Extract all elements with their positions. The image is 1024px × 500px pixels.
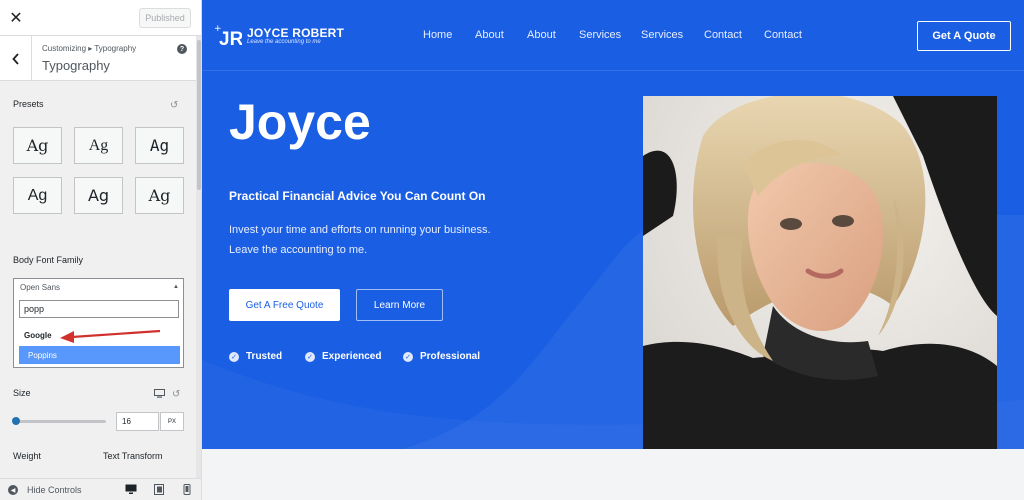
nav-services[interactable]: Services (579, 29, 621, 41)
preset-5[interactable]: Ag (74, 177, 123, 214)
preset-2[interactable]: Ag (74, 127, 123, 164)
preset-1[interactable]: Ag (13, 127, 62, 164)
size-slider-handle[interactable] (12, 417, 20, 425)
preset-3[interactable]: Ag (135, 127, 184, 164)
scrollbar-thumb[interactable] (197, 40, 201, 190)
feature-trusted: ✓ Trusted (229, 351, 282, 362)
learn-more-button[interactable]: Learn More (356, 289, 443, 321)
size-reset-icon[interactable]: ↺ (172, 389, 180, 400)
size-unit[interactable]: PX (160, 412, 184, 431)
close-icon[interactable]: ✕ (0, 0, 32, 36)
breadcrumb: Customizing ▸ Typography (42, 44, 137, 53)
tablet-preview-icon[interactable] (153, 484, 165, 495)
desktop-preview-icon[interactable] (125, 484, 137, 495)
logo-icon[interactable]: + JR (214, 23, 242, 47)
hero-subtitle: Practical Financial Advice You Can Count… (229, 189, 486, 203)
nav-home[interactable]: Home (423, 29, 452, 41)
font-option-poppins[interactable]: Poppins (19, 346, 180, 364)
section-header: Customizing ▸ Typography Typography ? (0, 36, 196, 81)
hide-controls-button[interactable]: Hide Controls (27, 485, 82, 495)
header-divider (202, 70, 1024, 71)
nav-contact[interactable]: Contact (704, 29, 742, 41)
svg-text:JR: JR (219, 29, 242, 47)
nav-contact-2[interactable]: Contact (764, 29, 802, 41)
font-group-label: Google (24, 331, 52, 340)
preset-6[interactable]: Ag (135, 177, 184, 214)
weight-label: Weight (13, 451, 41, 461)
mobile-preview-icon[interactable] (181, 484, 193, 495)
size-slider-track[interactable] (15, 420, 106, 423)
nav-about[interactable]: About (475, 29, 504, 41)
reset-icon[interactable]: ↺ (170, 100, 178, 111)
hero-section: + JR JOYCE ROBERT Leave the accounting t… (202, 0, 1024, 449)
desktop-icon[interactable] (154, 389, 165, 398)
feature-label: Professional (420, 351, 481, 362)
logo-tagline: Leave the accounting to me (247, 39, 321, 45)
feature-label: Trusted (246, 351, 283, 362)
free-quote-button[interactable]: Get A Free Quote (229, 289, 340, 321)
annotation-arrow (60, 329, 161, 343)
collapse-icon[interactable]: ◀ (8, 485, 18, 495)
caret-up-icon: ▲ (173, 284, 179, 290)
hero-description-line-2: Leave the accounting to me. (229, 244, 368, 256)
hero-description-line-1: Invest your time and efforts on running … (229, 224, 491, 236)
check-icon: ✓ (403, 351, 413, 362)
check-icon: ✓ (305, 351, 315, 362)
hero-portrait-photo (643, 96, 997, 449)
hero-title: Joyce (229, 94, 371, 150)
get-a-quote-button[interactable]: Get A Quote (917, 21, 1011, 51)
help-icon[interactable]: ? (177, 44, 187, 54)
feature-professional: ✓ Professional (403, 351, 480, 362)
text-transform-label: Text Transform (103, 451, 163, 461)
nav-services-2[interactable]: Services (641, 29, 683, 41)
presets-label: Presets (13, 99, 44, 109)
hero-description: Invest your time and efforts on running … (229, 220, 559, 260)
nav-about-2[interactable]: About (527, 29, 556, 41)
size-input[interactable]: 16 (116, 412, 159, 431)
body-font-family-label: Body Font Family (13, 255, 84, 265)
customizer-sidebar: ✕ Published Customizing ▸ Typography Typ… (0, 0, 202, 500)
bottom-bar: ◀ Hide Controls (0, 478, 201, 500)
font-family-select[interactable]: Open Sans ▲ (13, 278, 184, 296)
check-icon: ✓ (229, 351, 239, 362)
font-select-value: Open Sans (20, 282, 61, 292)
site-preview: + JR JOYCE ROBERT Leave the accounting t… (202, 0, 1024, 500)
preset-4[interactable]: Ag (13, 177, 62, 214)
size-label: Size (13, 388, 31, 398)
font-search-input[interactable] (19, 300, 179, 318)
section-title: Typography (42, 58, 110, 73)
feature-label: Experienced (322, 351, 382, 362)
publish-button[interactable]: Published (139, 8, 191, 28)
feature-experienced: ✓ Experienced (305, 351, 381, 362)
customizer-topbar: ✕ Published (0, 0, 201, 36)
back-arrow-icon[interactable] (0, 36, 32, 81)
logo-name[interactable]: JOYCE ROBERT (247, 26, 344, 40)
